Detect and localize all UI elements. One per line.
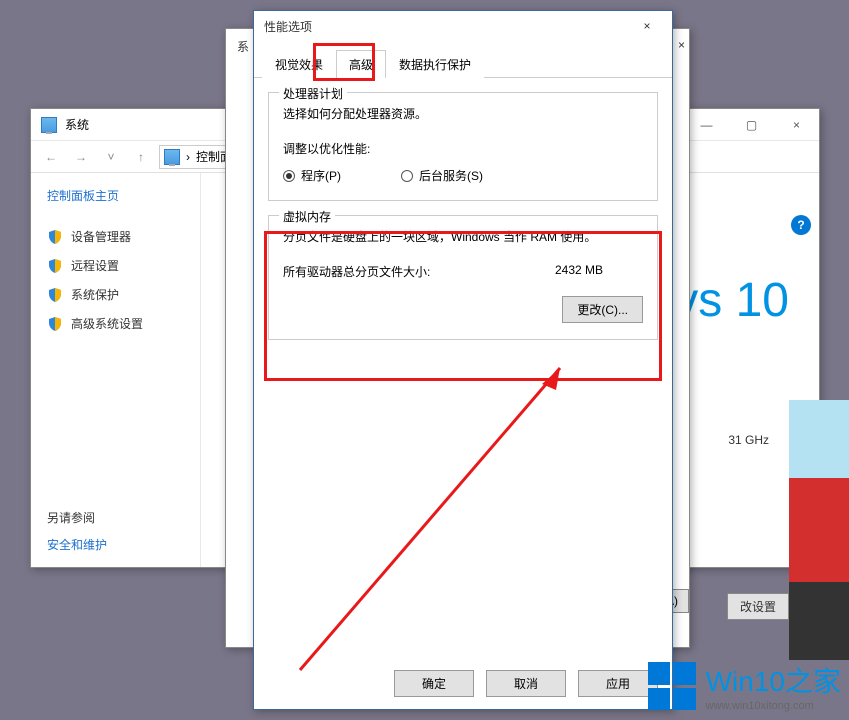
ok-button[interactable]: 确定 — [394, 670, 474, 697]
tab-dep[interactable]: 数据执行保护 — [386, 50, 484, 78]
radio-icon — [401, 170, 413, 182]
vmem-desc: 分页文件是硬盘上的一块区域，Windows 当作 RAM 使用。 — [283, 228, 643, 245]
nav-forward-icon[interactable]: → — [69, 145, 93, 169]
shield-icon — [47, 229, 63, 245]
sidebar-item-label: 高级系统设置 — [71, 315, 143, 332]
minimize-button[interactable]: — — [684, 109, 729, 141]
tab-visual-effects[interactable]: 视觉效果 — [262, 50, 336, 78]
sidebar-title[interactable]: 控制面板主页 — [47, 187, 184, 204]
vmem-total-value: 2432 MB — [555, 263, 603, 280]
sidebar-item-label: 系统保护 — [71, 286, 119, 303]
sidebar-item-label: 设备管理器 — [71, 228, 131, 245]
see-also-label: 另请参阅 — [47, 509, 107, 526]
change-settings-button[interactable]: 改设置 — [727, 593, 789, 620]
maximize-button[interactable]: ▢ — [729, 109, 774, 141]
radio-background-services[interactable]: 后台服务(S) — [401, 167, 483, 184]
mid-window-close[interactable]: × — [670, 38, 693, 52]
nav-back-icon[interactable]: ← — [39, 145, 63, 169]
close-button[interactable]: × — [774, 109, 819, 141]
breadcrumb-sep: › — [186, 150, 190, 164]
tab-advanced[interactable]: 高级 — [336, 50, 386, 78]
help-icon[interactable]: ? — [791, 215, 811, 235]
apply-button[interactable]: 应用 — [578, 670, 658, 697]
system-sidebar: 控制面板主页 设备管理器 远程设置 系统保护 高级系统设置 另请参阅 安全和维护 — [31, 173, 201, 567]
watermark-name: Win10之家 — [706, 660, 841, 700]
processor-legend: 处理器计划 — [279, 85, 347, 102]
sidebar-item-label: 远程设置 — [71, 257, 119, 274]
vmem-legend: 虚拟内存 — [279, 208, 335, 225]
processor-scheduling-group: 处理器计划 选择如何分配处理器资源。 调整以优化性能: 程序(P) 后台服务(S… — [268, 92, 658, 201]
radio-icon — [283, 170, 295, 182]
change-vmem-button[interactable]: 更改(C)... — [562, 296, 643, 323]
monitor-icon — [164, 149, 180, 165]
sidebar-item-advanced[interactable]: 高级系统设置 — [47, 309, 184, 338]
close-icon[interactable]: × — [632, 19, 662, 33]
monitor-icon — [41, 117, 57, 133]
watermark: Win10之家 www.win10xitong.com — [648, 660, 841, 712]
perf-titlebar[interactable]: 性能选项 × — [254, 11, 672, 41]
sidebar-item-protection[interactable]: 系统保护 — [47, 280, 184, 309]
processor-desc: 选择如何分配处理器资源。 — [283, 105, 643, 122]
watermark-url: www.win10xitong.com — [706, 700, 841, 712]
vmem-total-label: 所有驱动器总分页文件大小: — [283, 263, 430, 280]
perf-tabs: 视觉效果 高级 数据执行保护 — [254, 49, 672, 78]
perf-dialog-buttons: 确定 取消 应用 — [394, 670, 658, 697]
performance-options-dialog: 性能选项 × 视觉效果 高级 数据执行保护 处理器计划 选择如何分配处理器资源。… — [253, 10, 673, 710]
adjust-label: 调整以优化性能: — [283, 140, 643, 157]
windows10-logo-text: vs 10 — [674, 273, 789, 328]
radio-programs[interactable]: 程序(P) — [283, 167, 341, 184]
cpu-ghz-value: 31 GHz — [728, 433, 769, 447]
sidebar-item-remote[interactable]: 远程设置 — [47, 251, 184, 280]
security-link[interactable]: 安全和维护 — [47, 536, 107, 553]
mid-window-title-fragment: 系 — [237, 38, 249, 55]
shield-icon — [47, 287, 63, 303]
sidebar-item-device-manager[interactable]: 设备管理器 — [47, 222, 184, 251]
shield-icon — [47, 316, 63, 332]
nav-up-icon[interactable]: ↑ — [129, 145, 153, 169]
background-vehicle-image — [789, 400, 849, 660]
virtual-memory-group: 虚拟内存 分页文件是硬盘上的一块区域，Windows 当作 RAM 使用。 所有… — [268, 215, 658, 340]
windows-logo-icon — [648, 662, 696, 710]
cancel-button[interactable]: 取消 — [486, 670, 566, 697]
shield-icon — [47, 258, 63, 274]
radio-label: 程序(P) — [301, 167, 341, 184]
nav-dropdown-icon[interactable]: ˅ — [99, 145, 123, 169]
perf-title-text: 性能选项 — [264, 18, 312, 35]
radio-label: 后台服务(S) — [419, 167, 483, 184]
